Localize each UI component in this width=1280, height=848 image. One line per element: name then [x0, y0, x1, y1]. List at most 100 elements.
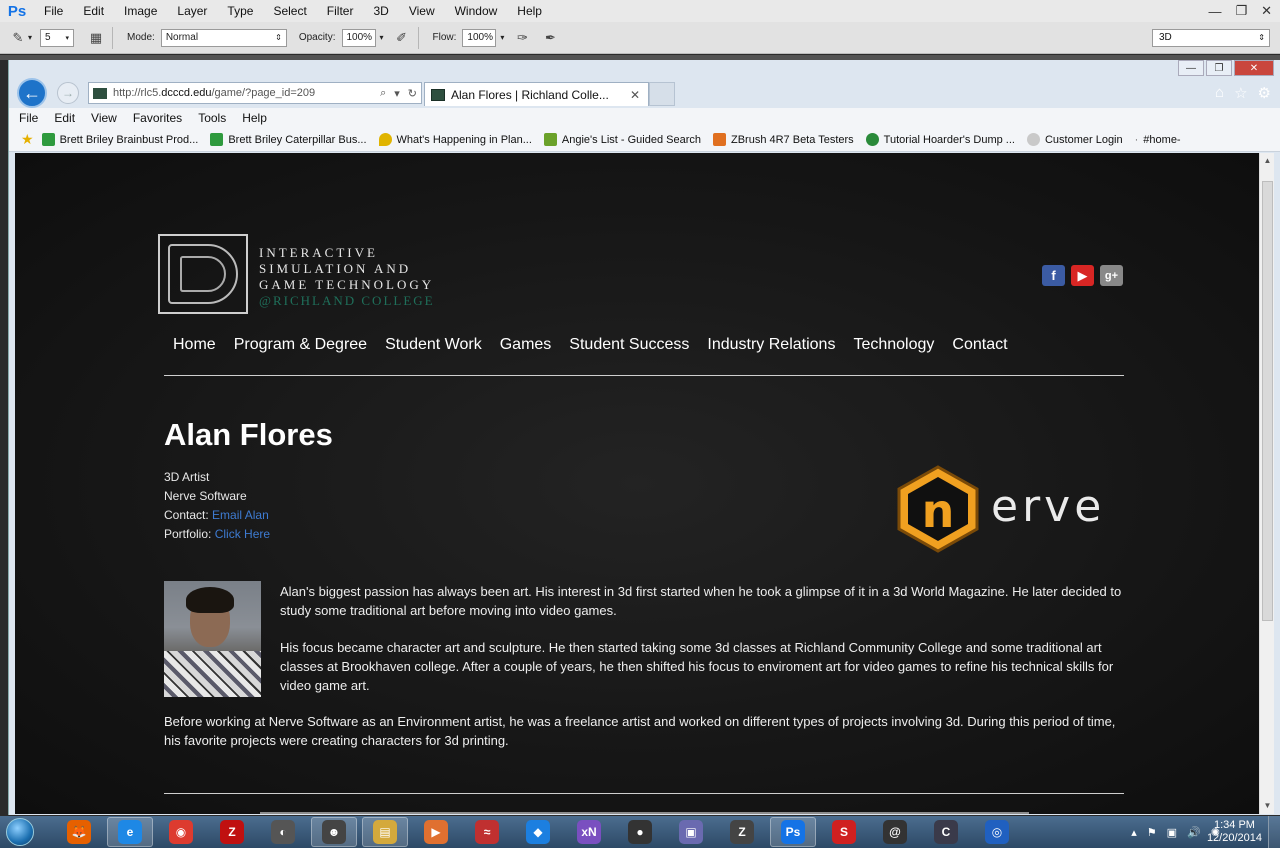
- favorites-star-icon[interactable]: ★: [21, 131, 34, 148]
- taskbar-app-button[interactable]: e: [107, 817, 153, 847]
- taskbar-app-button[interactable]: ◆: [515, 817, 561, 847]
- email-link[interactable]: Email Alan: [212, 508, 269, 522]
- back-arrow-icon[interactable]: ←: [17, 78, 47, 108]
- ps-menu-type[interactable]: Type: [217, 0, 263, 22]
- home-icon[interactable]: ⌂: [1215, 84, 1224, 102]
- brush-size-picker[interactable]: 5 ▾: [40, 28, 75, 47]
- portfolio-gallery[interactable]: [260, 812, 1029, 814]
- settings-gear-icon[interactable]: ⚙: [1258, 84, 1271, 102]
- taskbar-app-button[interactable]: ●: [617, 817, 663, 847]
- ie-menu-view[interactable]: View: [91, 111, 117, 125]
- favorite-item[interactable]: · #home-: [1135, 134, 1181, 146]
- taskbar-app-button[interactable]: @: [872, 817, 918, 847]
- browser-close-icon[interactable]: ✕: [1234, 60, 1274, 76]
- nav-technology[interactable]: Technology: [853, 336, 934, 354]
- ps-menu-window[interactable]: Window: [445, 0, 508, 22]
- ps-menu-edit[interactable]: Edit: [73, 0, 114, 22]
- restore-icon[interactable]: ❐: [1235, 3, 1247, 19]
- nav-student-success[interactable]: Student Success: [569, 336, 689, 354]
- taskbar-app-button[interactable]: 🦊: [56, 817, 102, 847]
- favorite-item[interactable]: Customer Login: [1026, 133, 1123, 146]
- tool-preset-chevron-icon[interactable]: ▾: [28, 33, 32, 42]
- tab-close-icon[interactable]: ✕: [630, 88, 640, 102]
- favorite-item[interactable]: Angie's List - Guided Search: [543, 133, 701, 146]
- brush-tool-icon[interactable]: ✎: [8, 28, 28, 48]
- nav-program-degree[interactable]: Program & Degree: [234, 336, 367, 354]
- taskbar-app-button[interactable]: ◐: [260, 817, 306, 847]
- nav-games[interactable]: Games: [500, 336, 552, 354]
- taskbar-app-button[interactable]: ≈: [464, 817, 510, 847]
- favorites-star-icon[interactable]: ☆: [1234, 84, 1247, 102]
- show-desktop-button[interactable]: [1268, 816, 1280, 848]
- ie-menu-help[interactable]: Help: [242, 111, 267, 125]
- taskbar-app-button[interactable]: ☻: [311, 817, 357, 847]
- ie-menu-file[interactable]: File: [19, 111, 38, 125]
- ie-menu-tools[interactable]: Tools: [198, 111, 226, 125]
- taskbar-app-button[interactable]: ◉: [158, 817, 204, 847]
- ps-menu-filter[interactable]: Filter: [317, 0, 364, 22]
- facebook-icon[interactable]: f: [1042, 265, 1065, 286]
- taskbar-app-button[interactable]: C: [923, 817, 969, 847]
- ie-menu-edit[interactable]: Edit: [54, 111, 75, 125]
- favorite-item[interactable]: Tutorial Hoarder's Dump ...: [865, 133, 1015, 146]
- opacity-chevron-icon[interactable]: ▾: [380, 33, 384, 42]
- tab-alan-flores[interactable]: Alan Flores | Richland Colle... ✕: [424, 82, 649, 106]
- nav-student-work[interactable]: Student Work: [385, 336, 482, 354]
- favorite-item[interactable]: Brett Briley Caterpillar Bus...: [210, 133, 367, 146]
- taskbar-app-button[interactable]: Z: [719, 817, 765, 847]
- opacity-field[interactable]: 100%: [341, 28, 376, 47]
- clock[interactable]: 1:34 PM 12/20/2014: [1207, 819, 1262, 845]
- taskbar-app-button[interactable]: ▤: [362, 817, 408, 847]
- scroll-thumb[interactable]: [1262, 181, 1273, 621]
- minimize-icon[interactable]: —: [1208, 4, 1221, 19]
- ps-menu-3d[interactable]: 3D: [363, 0, 398, 22]
- scroll-up-icon[interactable]: ▲: [1260, 153, 1275, 169]
- flow-field[interactable]: 100%: [462, 28, 497, 47]
- taskbar-app-button[interactable]: ▣: [668, 817, 714, 847]
- forward-arrow-icon[interactable]: →: [57, 82, 79, 104]
- mode-select[interactable]: Normal ⇕: [160, 28, 287, 47]
- pressure-size-icon[interactable]: ✒: [540, 28, 560, 48]
- browser-minimize-icon[interactable]: —: [1178, 60, 1204, 76]
- youtube-icon[interactable]: ▶: [1071, 265, 1094, 286]
- refresh-icon[interactable]: ↻: [408, 87, 417, 100]
- taskbar-app-button[interactable]: xN: [566, 817, 612, 847]
- volume-icon[interactable]: 🔊: [1187, 826, 1201, 839]
- close-icon[interactable]: ✕: [1261, 3, 1272, 19]
- nav-industry-relations[interactable]: Industry Relations: [707, 336, 835, 354]
- flag-icon[interactable]: ⚑: [1147, 826, 1157, 839]
- favorite-item[interactable]: Brett Briley Brainbust Prod...: [41, 133, 198, 146]
- site-logo-icon[interactable]: [158, 234, 248, 314]
- ps-menu-file[interactable]: File: [34, 0, 73, 22]
- scroll-down-icon[interactable]: ▼: [1260, 798, 1275, 814]
- ps-menu-select[interactable]: Select: [263, 0, 316, 22]
- ps-menu-help[interactable]: Help: [507, 0, 552, 22]
- taskbar-app-button[interactable]: ◎: [974, 817, 1020, 847]
- workspace-select[interactable]: 3D ⇕: [1152, 29, 1270, 47]
- ie-menu-favorites[interactable]: Favorites: [133, 111, 182, 125]
- dropdown-icon[interactable]: ▾: [394, 87, 400, 100]
- nav-contact[interactable]: Contact: [952, 336, 1007, 354]
- new-tab-button[interactable]: [649, 82, 675, 106]
- address-bar[interactable]: http://rlc5. dcccd.edu/game/?page_id=209 …: [88, 82, 422, 104]
- start-button[interactable]: [0, 816, 40, 848]
- search-icon[interactable]: ⌕: [380, 87, 386, 100]
- taskbar-app-button[interactable]: Z: [209, 817, 255, 847]
- browser-restore-icon[interactable]: ❐: [1206, 60, 1232, 76]
- ps-menu-image[interactable]: Image: [114, 0, 167, 22]
- favorite-item[interactable]: ZBrush 4R7 Beta Testers: [712, 133, 854, 146]
- taskbar-app-button[interactable]: S: [821, 817, 867, 847]
- site-logo-text[interactable]: INTERACTIVE SIMULATION AND GAME TECHNOLO…: [259, 245, 435, 309]
- ps-menu-layer[interactable]: Layer: [167, 0, 217, 22]
- airbrush-icon[interactable]: ✑: [512, 28, 532, 48]
- favorite-item[interactable]: What's Happening in Plan...: [378, 133, 532, 146]
- page-scrollbar[interactable]: ▲ ▼: [1259, 153, 1274, 814]
- google-plus-icon[interactable]: g+: [1100, 265, 1123, 286]
- taskbar-app-button[interactable]: Ps: [770, 817, 816, 847]
- taskbar-app-button[interactable]: ▶: [413, 817, 459, 847]
- nav-home[interactable]: Home: [173, 336, 216, 354]
- network-icon[interactable]: ▣: [1167, 826, 1177, 839]
- brush-panel-icon[interactable]: ▦: [86, 28, 106, 48]
- portfolio-link[interactable]: Click Here: [215, 527, 270, 541]
- ps-menu-view[interactable]: View: [399, 0, 445, 22]
